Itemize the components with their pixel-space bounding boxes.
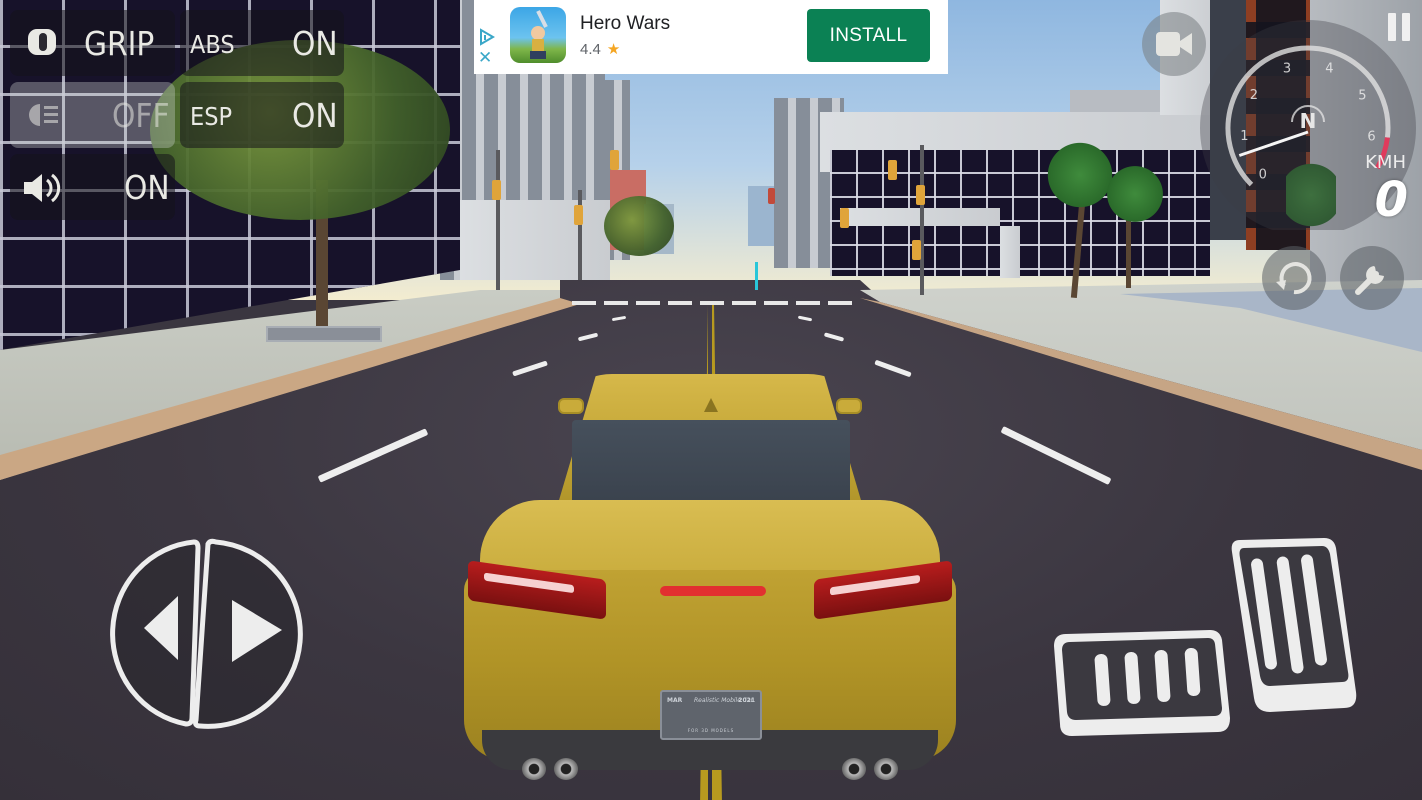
- wrench-icon: [1355, 266, 1384, 295]
- install-button[interactable]: INSTALL: [807, 9, 930, 62]
- office-building-base: [460, 200, 610, 280]
- ad-rating-value: 4.4: [580, 41, 601, 58]
- plate-bottom-text: FOR 3D MODELS: [687, 728, 735, 733]
- brake-pedal-icon: [1054, 630, 1230, 736]
- speed-value: 0: [1374, 172, 1408, 228]
- abs-state: ON: [292, 24, 338, 63]
- grip-label: GRIP: [84, 24, 155, 63]
- rpm-tick-label: 6: [1367, 130, 1375, 145]
- rpm-tick-label: 3: [1283, 62, 1291, 77]
- plate-right-text: 2021: [738, 697, 755, 704]
- ad-app-name[interactable]: Hero Wars: [580, 13, 670, 35]
- rpm-tick-label: 1: [1240, 129, 1248, 144]
- car-mirror-left: [558, 398, 584, 414]
- gear-indicator: N: [1300, 109, 1317, 133]
- speed-unit: KMH: [1365, 152, 1406, 173]
- speaker-icon: [24, 173, 61, 203]
- player-car: MAR Realistic Mobile Car 2021 FOR 3D MOD…: [460, 370, 960, 800]
- camera-button[interactable]: [1142, 12, 1206, 76]
- traction-toggle[interactable]: OFF: [10, 82, 175, 148]
- exhaust-pipe: [554, 758, 578, 780]
- ad-banner[interactable]: ✕ Hero Wars 4.4 ★ INSTALL: [474, 0, 948, 74]
- sound-state: ON: [124, 168, 170, 207]
- traffic-light: [888, 160, 897, 180]
- exhaust-pipe: [842, 758, 866, 780]
- reset-rotate-icon: [1276, 262, 1312, 295]
- car-rear-window: [572, 420, 850, 512]
- traffic-light: [574, 205, 583, 225]
- crosswalk: [572, 301, 852, 305]
- tire-icon: [28, 29, 56, 55]
- tree-planter: [266, 326, 382, 342]
- traffic-light: [916, 185, 925, 205]
- rpm-tick-label: 4: [1325, 62, 1333, 77]
- traction-state: OFF: [112, 96, 170, 135]
- abs-label: ABS: [190, 30, 235, 59]
- repair-button[interactable]: [1340, 246, 1404, 310]
- rpm-tick-label: 2: [1250, 88, 1258, 103]
- abs-toggle[interactable]: ABS ON: [180, 10, 344, 76]
- steer-right-button[interactable]: [192, 538, 320, 730]
- rpm-tick-label: 5: [1358, 88, 1366, 103]
- traffic-light: [912, 240, 921, 260]
- esp-label: ESP: [190, 102, 233, 131]
- traffic-light: [492, 180, 501, 200]
- plate-left-text: MAR: [667, 697, 683, 704]
- star-icon: ★: [606, 41, 621, 58]
- exhaust-pipe: [874, 758, 898, 780]
- brake-pedal[interactable]: [1052, 628, 1232, 738]
- sound-toggle[interactable]: ON: [10, 154, 175, 220]
- speedometer: 0 1 2 3 4 5 6 N KMH 0: [1200, 20, 1422, 236]
- traffic-pole: [578, 190, 582, 280]
- gas-pedal-icon: [1231, 538, 1357, 712]
- waypoint-marker: [755, 262, 758, 290]
- adchoices-icon[interactable]: [478, 28, 496, 46]
- traffic-pole: [496, 150, 500, 290]
- traffic-light: [610, 150, 619, 170]
- gas-pedal[interactable]: [1230, 536, 1360, 716]
- license-plate: MAR Realistic Mobile Car 2021 FOR 3D MOD…: [660, 690, 762, 740]
- brake-light: [660, 586, 766, 596]
- app-icon[interactable]: [510, 7, 566, 63]
- rpm-tick-label: 0: [1259, 167, 1267, 182]
- reset-button[interactable]: [1262, 246, 1326, 310]
- video-camera-icon: [1156, 32, 1192, 56]
- traffic-light: [840, 208, 849, 228]
- traffic-pole: [920, 145, 924, 295]
- esp-toggle[interactable]: ESP ON: [180, 82, 344, 148]
- car-mirror-right: [836, 398, 862, 414]
- ad-rating: 4.4 ★: [580, 40, 620, 58]
- close-icon[interactable]: ✕: [478, 50, 492, 67]
- headlight-icon: [29, 104, 58, 126]
- traffic-light: [768, 188, 775, 204]
- white-building-column: [1000, 226, 1020, 278]
- palm-foliage: [1100, 164, 1170, 224]
- esp-state: ON: [292, 96, 338, 135]
- exhaust-pipe: [522, 758, 546, 780]
- steer-left-button[interactable]: [86, 538, 202, 728]
- grip-toggle[interactable]: GRIP: [10, 10, 175, 76]
- tree-foliage: [604, 196, 674, 256]
